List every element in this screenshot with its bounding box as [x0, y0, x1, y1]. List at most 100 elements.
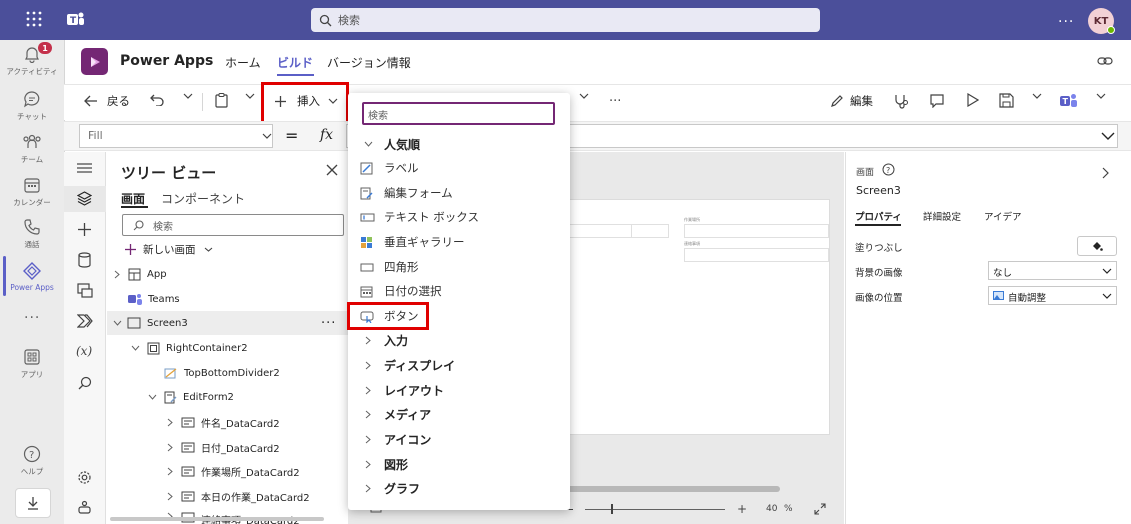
- menu-category-icons[interactable]: アイコン: [348, 427, 570, 451]
- fit-to-window-icon[interactable]: [814, 503, 826, 515]
- tree-item-right-container[interactable]: RightContainer2: [107, 336, 348, 360]
- bg-image-select[interactable]: なし: [988, 261, 1117, 280]
- close-tree-icon[interactable]: [326, 164, 338, 176]
- tree-item-datacard[interactable]: 件名_DataCard2: [107, 410, 348, 434]
- rail-item-apps[interactable]: アプリ: [0, 348, 64, 380]
- comments-icon[interactable]: [929, 93, 945, 108]
- menu-category-popular[interactable]: 人気順: [348, 132, 570, 156]
- search-input[interactable]: 検索: [311, 8, 820, 32]
- chevron-down-icon[interactable]: [1102, 293, 1112, 299]
- help-circle-icon[interactable]: ?: [882, 163, 895, 176]
- expand-formula-chevron-icon[interactable]: [1101, 132, 1115, 140]
- power-automate-icon[interactable]: [77, 314, 93, 328]
- nav-build[interactable]: ビルド: [277, 54, 313, 71]
- tree-item-datacard[interactable]: 本日の作業_DataCard2: [107, 484, 348, 508]
- menu-item-rectangle[interactable]: 四角形: [348, 255, 570, 279]
- paste-button[interactable]: [215, 93, 228, 108]
- insert-plus-icon[interactable]: [77, 222, 92, 237]
- insert-search-input[interactable]: 検索: [362, 102, 555, 125]
- media-icon[interactable]: [77, 283, 93, 298]
- menu-category-layout[interactable]: レイアウト: [348, 378, 570, 402]
- rail-label: アクティビティ: [6, 67, 58, 76]
- zoom-slider-thumb[interactable]: [611, 504, 613, 514]
- panel-collapse-chevron-icon[interactable]: [1102, 167, 1109, 179]
- undo-button[interactable]: [150, 93, 165, 106]
- tree-item-editform[interactable]: EditForm2: [107, 385, 348, 409]
- tab-components[interactable]: コンポーネント: [161, 190, 245, 207]
- tree-search-input[interactable]: 検索: [122, 214, 344, 236]
- form-field-divider: [631, 224, 669, 238]
- rail-item-activity[interactable]: アクティビティ: [0, 45, 64, 77]
- tab-advanced[interactable]: 詳細設定: [923, 209, 961, 223]
- zoom-slider[interactable]: [585, 509, 725, 510]
- search-strip-icon[interactable]: [78, 376, 92, 390]
- app-launcher-icon[interactable]: [26, 11, 42, 27]
- tree-item-label: App: [147, 268, 167, 280]
- highlight-button-item: [347, 302, 429, 330]
- image-position-select[interactable]: 自動調整: [988, 286, 1117, 305]
- publish-dropdown-chevron-icon[interactable]: [1096, 93, 1106, 99]
- paste-dropdown-chevron-icon[interactable]: [245, 93, 255, 99]
- save-icon[interactable]: [999, 93, 1014, 108]
- save-dropdown-chevron-icon[interactable]: [1032, 93, 1042, 99]
- tree-item-teams[interactable]: Teams: [107, 287, 348, 311]
- menu-category-shapes[interactable]: 図形: [348, 452, 570, 476]
- menu-item-date-picker[interactable]: 日付の選択: [348, 279, 570, 303]
- nav-version[interactable]: バージョン情報: [327, 54, 411, 71]
- layers-icon[interactable]: [77, 191, 92, 206]
- app-checker-icon[interactable]: [893, 93, 909, 109]
- fill-color-picker[interactable]: [1077, 236, 1117, 256]
- zoom-in-icon[interactable]: +: [737, 502, 747, 516]
- tree-item-screen3[interactable]: Screen3 ···: [107, 311, 348, 335]
- tab-screens[interactable]: 画面: [121, 190, 145, 207]
- rail-item-calls[interactable]: 通話: [0, 218, 64, 250]
- fx-icon[interactable]: fx: [320, 127, 333, 143]
- prop-label-image-position: 画像の位置: [855, 293, 903, 304]
- menu-category-charts[interactable]: グラフ: [348, 476, 570, 500]
- tab-properties[interactable]: プロパティ: [855, 209, 902, 223]
- toolbar-more-icon[interactable]: ···: [609, 94, 621, 109]
- nav-home[interactable]: ホーム: [225, 54, 261, 71]
- property-selector[interactable]: Fill: [79, 124, 273, 148]
- link-icon[interactable]: [1097, 55, 1113, 67]
- tree-item-more-icon[interactable]: ···: [321, 316, 336, 331]
- hamburger-icon[interactable]: [77, 163, 92, 173]
- edit-button[interactable]: 編集: [830, 93, 873, 109]
- publish-teams-icon[interactable]: T: [1060, 93, 1078, 109]
- menu-category-display[interactable]: ディスプレイ: [348, 353, 570, 377]
- database-icon[interactable]: [78, 252, 91, 268]
- tree-item-datacard[interactable]: 作業場所_DataCard2: [107, 459, 348, 483]
- rail-item-help[interactable]: ? ヘルプ: [0, 445, 64, 477]
- preview-play-icon[interactable]: [966, 93, 979, 107]
- menu-category-media[interactable]: メディア: [348, 402, 570, 426]
- virtual-agent-icon[interactable]: [77, 500, 92, 515]
- rail-item-teams[interactable]: チーム: [0, 133, 64, 165]
- menu-category-input[interactable]: 入力: [348, 328, 570, 352]
- rail-item-chat[interactable]: チャット: [0, 90, 64, 122]
- menu-item-vertical-gallery[interactable]: 垂直ギャラリー: [348, 230, 570, 254]
- variables-icon[interactable]: (x): [76, 344, 92, 358]
- back-button[interactable]: 戻る: [84, 93, 130, 109]
- download-button[interactable]: [15, 488, 51, 518]
- chevron-down-icon[interactable]: [1102, 268, 1112, 274]
- tree-item-datacard[interactable]: 日付_DataCard2: [107, 435, 348, 459]
- new-screen-button[interactable]: 新しい画面: [124, 242, 213, 257]
- rail-item-power-apps[interactable]: Power Apps: [0, 262, 64, 292]
- tree-scrollbar[interactable]: [110, 517, 324, 521]
- canvas-horizontal-scrollbar[interactable]: [560, 486, 780, 492]
- more-options-icon[interactable]: ···: [1058, 14, 1074, 30]
- app-screen-canvas[interactable]: 作業場所 連絡事項: [560, 199, 830, 435]
- rectangle-icon: [360, 263, 374, 271]
- undo-dropdown-chevron-icon[interactable]: [183, 93, 193, 99]
- property-chevron-down-icon[interactable]: [262, 133, 272, 139]
- more-apps-icon[interactable]: ···: [24, 310, 40, 326]
- settings-gear-icon[interactable]: [77, 470, 92, 485]
- rail-item-calendar[interactable]: カレンダー: [0, 176, 64, 208]
- tree-item-datacard[interactable]: 連絡事項_DataCard2: [107, 508, 348, 524]
- tab-ideas[interactable]: アイデア: [984, 209, 1022, 223]
- menu-item-label[interactable]: ラベル: [348, 156, 570, 180]
- menu-item-text-box[interactable]: テキスト ボックス: [348, 205, 570, 229]
- tree-item-app[interactable]: App: [107, 262, 348, 286]
- tree-item-divider[interactable]: TopBottomDivider2: [107, 361, 348, 385]
- menu-item-edit-form[interactable]: 編集フォーム: [348, 181, 570, 205]
